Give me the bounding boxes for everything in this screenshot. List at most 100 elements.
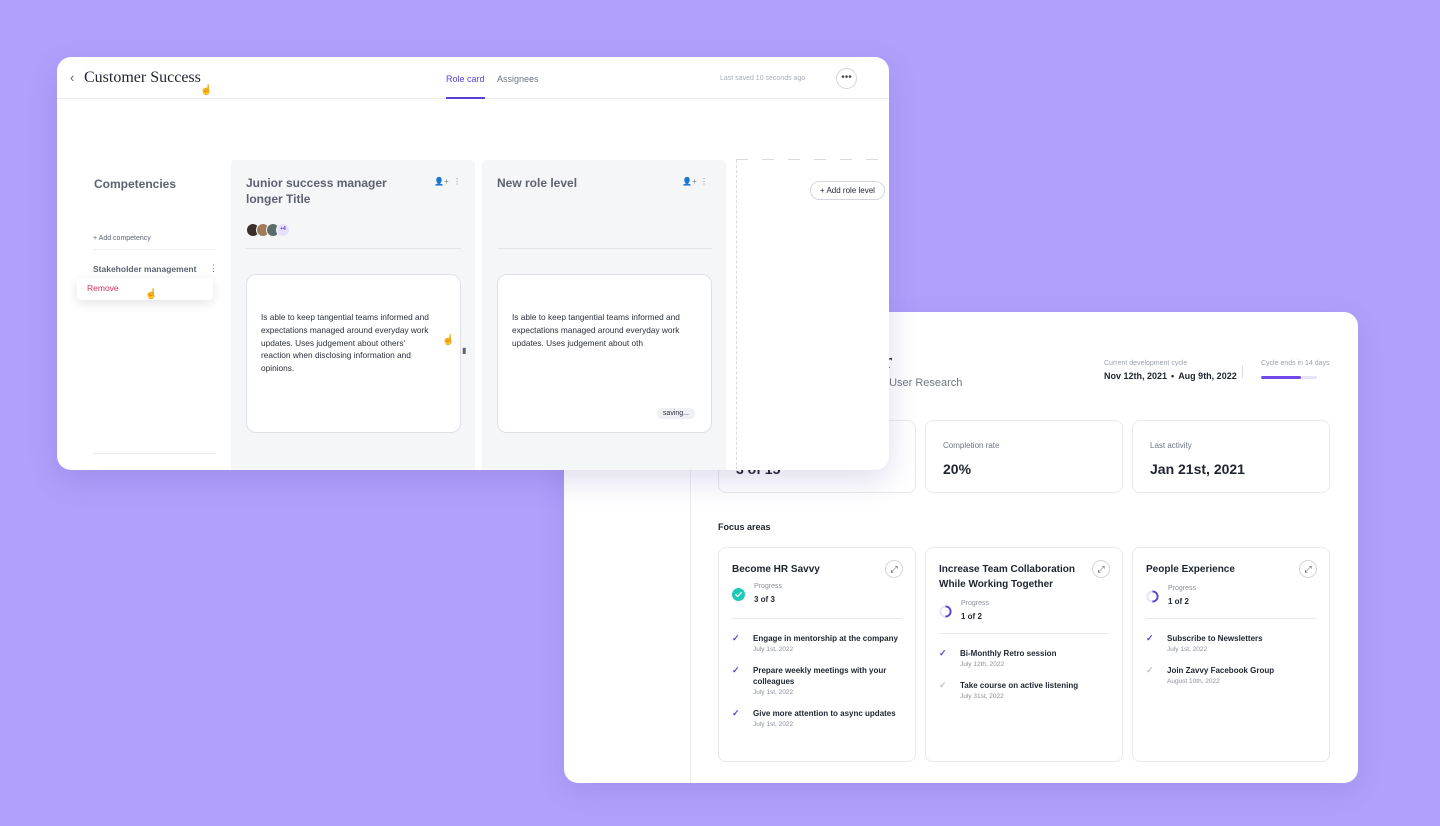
check-icon: ✓ [732, 665, 740, 675]
divider [1146, 618, 1316, 619]
stat-value: Jan 21st, 2021 [1150, 461, 1245, 477]
progress-value: 3 of 3 [754, 595, 775, 604]
task-item[interactable]: ✓ Engage in mentorship at the company Ju… [732, 633, 904, 653]
cycle-progress-fill [1261, 376, 1302, 379]
cycle-progress-bar [1261, 376, 1317, 379]
tab-role-card[interactable]: Role card [446, 74, 485, 84]
task-date: July 12th, 2022 [960, 661, 1005, 668]
stat-value: 20% [943, 461, 972, 477]
progress-ring-icon [939, 605, 952, 618]
task-item[interactable]: ✓ Subscribe to Newsletters July 1st, 202… [1146, 633, 1318, 653]
ellipsis-icon[interactable]: ••• [836, 68, 857, 89]
task-date: August 10th, 2022 [1167, 678, 1220, 685]
focus-card[interactable]: Increase Team Collaboration While Workin… [925, 547, 1123, 762]
role-level-title[interactable]: New role level [497, 175, 667, 191]
add-role-level-button[interactable]: + Add role level [810, 181, 885, 200]
kebab-menu-icon[interactable]: ⋮ [209, 263, 218, 274]
check-icon: ✓ [939, 680, 947, 690]
progress-value: 1 of 2 [961, 612, 982, 621]
current-cycle: Current development cycle Nov 12th, 2021… [1104, 360, 1237, 381]
expand-icon[interactable]: ⤢ [885, 560, 903, 578]
task-title: Join Zavvy Facebook Group [1167, 666, 1275, 675]
task-item[interactable]: ✓ Bi-Monthly Retro session July 12th, 20… [939, 648, 1111, 668]
task-date: July 1st, 2022 [753, 721, 794, 728]
task-title: Take course on active listening [960, 681, 1079, 690]
task-date: July 31st, 2022 [960, 693, 1004, 700]
task-title: Bi-Monthly Retro session [960, 649, 1057, 658]
trash-icon[interactable]: ▮ [462, 346, 466, 355]
kebab-menu-icon[interactable]: ⋮ [453, 177, 461, 186]
task-date: July 1st, 2022 [1167, 646, 1208, 653]
stat-label: Completion rate [943, 441, 1000, 450]
divider [246, 248, 461, 249]
divider [497, 248, 712, 249]
stat-label: Last activity [1150, 441, 1192, 450]
divider [93, 249, 216, 250]
last-saved-status: Last saved 10 seconds ago [720, 75, 806, 82]
chevron-left-icon[interactable]: ‹ [70, 70, 74, 85]
add-user-icon[interactable]: 👤+ [682, 177, 697, 186]
focus-card[interactable]: People Experience ⤢ Progress 1 of 2 ✓ Su… [1132, 547, 1330, 762]
check-icon: ✓ [1146, 633, 1154, 643]
add-competency-button[interactable]: + Add competency [93, 235, 151, 242]
stat-card-completion: Completion rate 20% [925, 420, 1123, 493]
progress-label: Progress [961, 600, 990, 607]
task-item[interactable]: ✓ Take course on active listening July 3… [939, 680, 1111, 700]
check-icon: ✓ [1146, 665, 1154, 675]
description-text[interactable]: Is able to keep tangential teams informe… [512, 311, 684, 349]
task-item[interactable]: ✓ Join Zavvy Facebook Group August 10th,… [1146, 665, 1318, 685]
check-icon: ✓ [939, 648, 947, 658]
task-date: July 1st, 2022 [753, 646, 794, 653]
progress-value: 1 of 2 [1168, 597, 1189, 606]
check-icon: ✓ [732, 633, 740, 643]
task-title: Subscribe to Newsletters [1167, 634, 1263, 643]
kebab-menu-icon[interactable]: ⋮ [700, 177, 708, 186]
hand-cursor-icon: ☝ [442, 335, 455, 346]
cycle-separator: • [1171, 371, 1175, 381]
hand-cursor-icon: ☝ [145, 289, 158, 300]
divider [939, 633, 1109, 634]
cycle-start: Nov 12th, 2021 [1104, 371, 1168, 381]
active-tab-indicator [446, 97, 485, 99]
focus-card[interactable]: Become HR Savvy ⤢ Progress 3 of 3 ✓ Enga… [718, 547, 916, 762]
task-title: Give more attention to async updates [753, 709, 896, 718]
task-item[interactable]: ✓ Give more attention to async updates J… [732, 708, 904, 728]
expand-icon[interactable]: ⤢ [1299, 560, 1317, 578]
saving-status-badge: saving... [656, 408, 695, 419]
divider [1242, 366, 1243, 378]
add-user-icon[interactable]: 👤+ [434, 177, 449, 186]
check-icon: ✓ [732, 708, 740, 718]
task-date: July 1st, 2022 [753, 689, 794, 696]
ghost-column [736, 160, 889, 470]
tab-assignees[interactable]: Assignees [497, 74, 539, 84]
role-level-column: Junior success manager longer Title 👤+ ⋮… [231, 160, 475, 470]
cycle-end: Aug 9th, 2022 [1178, 371, 1237, 381]
progress-ring-icon [1146, 590, 1159, 603]
focus-title: Become HR Savvy [732, 564, 820, 575]
competencies-title: Competencies [94, 177, 177, 191]
role-card-editor-window: ‹ Customer Success Role card Assignees L… [57, 57, 889, 470]
description-text[interactable]: Is able to keep tangential teams informe… [261, 311, 433, 375]
hand-cursor-icon: ☝ [200, 85, 213, 96]
remove-menu-item[interactable]: Remove [87, 283, 119, 293]
page-title: Customer Success [84, 69, 201, 86]
focus-areas-title: Focus areas [718, 522, 771, 532]
expand-icon[interactable]: ⤢ [1092, 560, 1110, 578]
check-circle-icon [732, 588, 745, 601]
competency-description-card[interactable]: Is able to keep tangential teams informe… [497, 274, 712, 433]
cycle-ends: Cycle ends in 14 days [1261, 360, 1329, 379]
more-assignees-badge: +4 [276, 223, 290, 237]
competency-description-card[interactable]: Is able to keep tangential teams informe… [246, 274, 461, 433]
task-title: Prepare weekly meetings with your collea… [753, 666, 887, 686]
task-title: Engage in mentorship at the company [753, 634, 898, 643]
focus-title: People Experience [1146, 564, 1235, 575]
divider [93, 453, 216, 454]
cycle-label: Current development cycle [1104, 360, 1188, 367]
focus-title: Increase Team Collaboration While Workin… [939, 564, 1075, 590]
task-item[interactable]: ✓ Prepare weekly meetings with your coll… [732, 665, 904, 696]
progress-label: Progress [754, 583, 783, 590]
competency-item[interactable]: Stakeholder management [93, 264, 196, 274]
progress-label: Progress [1168, 585, 1197, 592]
editor-header: ‹ Customer Success Role card Assignees L… [57, 57, 889, 99]
role-level-title[interactable]: Junior success manager longer Title [246, 175, 416, 207]
